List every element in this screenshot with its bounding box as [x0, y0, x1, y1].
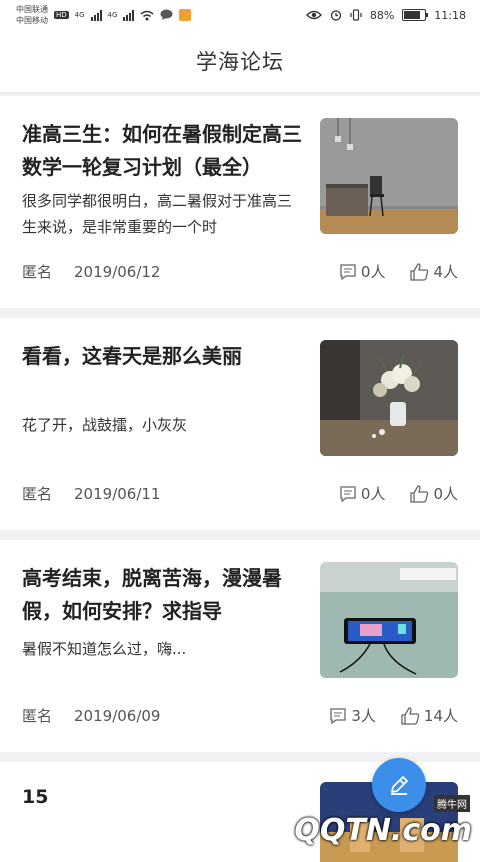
signal-icon-1 — [90, 9, 102, 21]
chat-notification-icon — [160, 9, 173, 20]
comment-icon — [340, 263, 356, 280]
post-meta: 匿名 2019/06/09 3人 14人 — [22, 705, 458, 726]
post-list: 准高三生：如何在暑假制定高三数学一轮复习计划（最全） 很多同学都很明白，高二暑假… — [0, 96, 480, 862]
hd-badge: HD — [54, 11, 69, 19]
like-count-label: 14人 — [423, 707, 458, 725]
vibrate-icon — [350, 9, 362, 21]
post-title: 15 — [22, 786, 49, 808]
edit-pen-icon — [391, 776, 408, 795]
watermark-text: QQTN.com — [294, 813, 472, 848]
post-title: 高考结束，脱离苦海，漫漫暑假，如何安排？求指导 — [22, 566, 282, 623]
post-excerpt: 暑假不知道怎么过，嗨... — [22, 640, 187, 658]
post-date: 2019/06/12 — [74, 262, 161, 281]
clock: 11:18 — [434, 8, 466, 22]
wifi-icon — [140, 10, 154, 20]
comment-count[interactable]: 0人 — [339, 261, 386, 282]
watermark-logo: 腾牛网 QQTN.com — [294, 795, 472, 848]
eye-icon — [305, 10, 322, 20]
carrier-1: 中国联通 — [16, 5, 48, 14]
post-card[interactable]: 准高三生：如何在暑假制定高三数学一轮复习计划（最全） 很多同学都很明白，高二暑假… — [0, 96, 480, 308]
like-count-label: 4人 — [433, 263, 458, 281]
post-card[interactable]: 看看，这春天是那么美丽 花了开，战鼓擂，小灰灰 匿名 2019/06/11 0人… — [0, 318, 480, 530]
network-1: 4G — [74, 11, 85, 19]
thumbs-up-icon — [410, 262, 429, 281]
watermark-tag: 腾牛网 — [434, 795, 470, 812]
post-thumbnail — [320, 562, 458, 678]
post-date: 2019/06/11 — [74, 484, 161, 503]
post-date: 2019/06/09 — [74, 706, 161, 725]
app-notification-icon — [179, 9, 192, 21]
comment-count-label: 0人 — [360, 485, 386, 503]
comment-count-label: 0人 — [360, 263, 386, 281]
signal-icon-2 — [123, 9, 135, 21]
comment-icon — [340, 485, 356, 502]
comment-count[interactable]: 0人 — [339, 483, 386, 504]
post-meta: 匿名 2019/06/12 0人 4人 — [22, 261, 458, 282]
post-author: 匿名 — [22, 485, 53, 503]
like-count[interactable]: 4人 — [409, 261, 458, 282]
post-excerpt: 很多同学都很明白，高二暑假对于准高三生来说，是非常重要的一个时 — [22, 192, 293, 236]
like-count[interactable]: 14人 — [400, 705, 458, 726]
new-post-button[interactable] — [372, 758, 426, 812]
carrier-info: 中国联通 中国移动 — [16, 4, 48, 26]
page-title: 学海论坛 — [196, 50, 284, 74]
post-excerpt: 花了开，战鼓擂，小灰灰 — [22, 416, 188, 434]
post-title: 看看，这春天是那么美丽 — [22, 344, 242, 368]
post-card[interactable]: 高考结束，脱离苦海，漫漫暑假，如何安排？求指导 暑假不知道怎么过，嗨... 匿名… — [0, 540, 480, 752]
thumbs-up-icon — [410, 484, 429, 503]
battery-percent: 88% — [369, 8, 395, 22]
post-thumbnail — [320, 340, 458, 456]
post-meta: 匿名 2019/06/11 0人 0人 — [22, 483, 458, 504]
network-2: 4G — [107, 11, 118, 19]
comment-count-label: 3人 — [351, 707, 376, 725]
app-header: 学海论坛 — [0, 30, 480, 92]
like-count[interactable]: 0人 — [409, 483, 458, 504]
like-count-label: 0人 — [433, 485, 458, 503]
post-author: 匿名 — [22, 707, 53, 725]
battery-icon — [402, 9, 429, 21]
carrier-2: 中国移动 — [16, 16, 48, 25]
post-thumbnail — [320, 118, 458, 234]
comment-count[interactable]: 3人 — [329, 705, 376, 726]
alarm-icon — [330, 10, 341, 21]
post-title: 准高三生：如何在暑假制定高三数学一轮复习计划（最全） — [22, 122, 302, 179]
post-author: 匿名 — [22, 263, 53, 281]
status-bar: 中国联通 中国移动 HD 4G 4G 88% 11:18 — [0, 0, 480, 30]
thumbs-up-icon — [401, 706, 420, 725]
comment-icon — [330, 707, 347, 724]
